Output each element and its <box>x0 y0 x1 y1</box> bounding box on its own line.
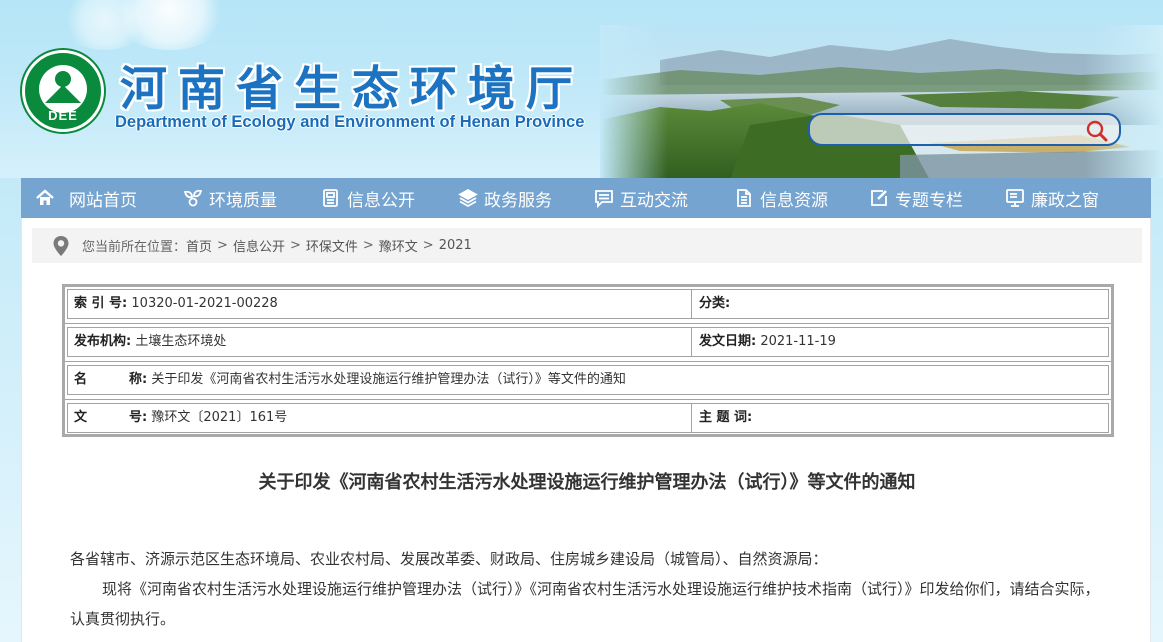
nav-label: 信息资源 <box>760 190 828 211</box>
search-input[interactable] <box>820 119 1080 141</box>
nav-label: 政务服务 <box>484 190 552 211</box>
logo-mountain <box>45 85 81 103</box>
breadcrumb-separator: > <box>217 238 228 253</box>
docno-label-1: 文 <box>74 410 88 425</box>
name-value: 关于印发《河南省农村生活污水处理设施运行维护管理办法（试行）》等文件的通知 <box>151 372 626 387</box>
index-value: 10320-01-2021-00228 <box>131 296 278 311</box>
search-icon[interactable] <box>1085 119 1109 143</box>
breadcrumb: 您当前所在位置： 首页 > 信息公开 > 环保文件 > 豫环文 > 2021 <box>32 228 1142 263</box>
nav-item-info-resources[interactable]: 信息资源 <box>734 178 828 218</box>
breadcrumb-info-disclosure[interactable]: 信息公开 <box>233 236 285 255</box>
name-label-1: 名 <box>74 372 88 387</box>
index-label: 索 引 号: <box>74 296 128 311</box>
row-divider <box>65 323 1111 324</box>
meta-row-index: 索 引 号: 10320-01-2021-00228 分类: <box>67 289 1109 319</box>
publisher-label: 发布机构: <box>74 334 132 349</box>
breadcrumb-separator: > <box>362 238 374 253</box>
breadcrumb-prefix: 您当前所在位置： <box>82 240 187 255</box>
home-icon <box>36 189 54 205</box>
site-subtitle: Department of Ecology and Environment of… <box>115 113 585 131</box>
meta-cell-docno: 文 号: 豫环文〔2021〕161号 <box>68 404 692 432</box>
nav-item-integrity-window[interactable]: 廉政之窗 <box>1005 178 1099 218</box>
location-pin-icon <box>53 235 69 256</box>
search-box <box>808 113 1121 146</box>
logo-emblem <box>39 65 87 113</box>
breadcrumb-yuhuanwen[interactable]: 豫环文 <box>379 236 418 255</box>
meta-cell-date: 发文日期: 2021-11-19 <box>693 328 1108 356</box>
meta-cell-category: 分类: <box>693 290 1108 318</box>
nav-label: 互动交流 <box>620 190 688 211</box>
edit-icon <box>871 190 887 206</box>
meta-cell-index: 索 引 号: 10320-01-2021-00228 <box>68 290 692 318</box>
breadcrumb-home[interactable]: 首页 <box>186 236 212 255</box>
category-label: 分类: <box>699 296 731 311</box>
publisher-value: 土壤生态环境处 <box>135 334 227 349</box>
body-paragraph: 现将《河南省农村生活污水处理设施运行维护管理办法（试行）》《河南省农村生活污水处… <box>70 580 1100 628</box>
nav-label: 环境质量 <box>209 190 277 211</box>
row-divider <box>65 399 1111 400</box>
landscape-image <box>600 25 1163 178</box>
document-stack-icon <box>323 189 338 207</box>
breadcrumb-separator: > <box>289 238 301 253</box>
date-value: 2021-11-19 <box>760 334 836 349</box>
monitor-icon <box>1006 189 1024 207</box>
site-logo[interactable]: DEE <box>22 50 104 132</box>
breadcrumb-2021[interactable]: 2021 <box>439 238 472 253</box>
nav-label: 信息公开 <box>347 190 415 211</box>
leaf-icon <box>183 189 203 207</box>
nav-label: 网站首页 <box>69 190 137 211</box>
body-paragraph: 各省辖市、济源示范区生态环境局、农业农村局、发展改革委、财政局、住房城乡建设局（… <box>70 550 828 568</box>
chat-icon <box>595 190 613 208</box>
document-metadata-table: 索 引 号: 10320-01-2021-00228 分类: 发布机构: 土壤生… <box>62 284 1114 437</box>
nav-item-home[interactable]: 网站首页 <box>35 178 137 218</box>
nav-label: 专题专栏 <box>895 190 963 211</box>
breadcrumb-env-documents[interactable]: 环保文件 <box>306 236 358 255</box>
nav-item-info-disclosure[interactable]: 信息公开 <box>321 178 415 218</box>
keywords-label: 主 题 词: <box>699 410 753 425</box>
nav-item-gov-services[interactable]: 政务服务 <box>458 178 552 218</box>
docno-label-2: 号: <box>129 410 148 425</box>
meta-row-docno: 文 号: 豫环文〔2021〕161号 主 题 词: <box>67 403 1109 433</box>
content-panel: 您当前所在位置： 首页 > 信息公开 > 环保文件 > 豫环文 > 2021 索… <box>21 218 1151 642</box>
date-label: 发文日期: <box>699 334 757 349</box>
breadcrumb-separator: > <box>422 238 434 253</box>
nav-item-special-topics[interactable]: 专题专栏 <box>869 178 963 218</box>
meta-cell-name: 名 称: 关于印发《河南省农村生活污水处理设施运行维护管理办法（试行）》等文件的通… <box>68 366 1108 394</box>
meta-cell-keywords: 主 题 词: <box>693 404 1108 432</box>
site-title: 河南省生态环境厅 <box>120 62 584 117</box>
meta-row-name: 名 称: 关于印发《河南省农村生活污水处理设施运行维护管理办法（试行）》等文件的通… <box>67 365 1109 395</box>
main-nav: 网站首页 环境质量 信息公开 政务服务 互动交流 信息资源 专题专栏 廉政之窗 <box>21 178 1151 218</box>
meta-row-publisher: 发布机构: 土壤生态环境处 发文日期: 2021-11-19 <box>67 327 1109 357</box>
document-title: 关于印发《河南省农村生活污水处理设施运行维护管理办法（试行）》等文件的通知 <box>258 472 916 493</box>
document-body: 各省辖市、济源示范区生态环境局、农业农村局、发展改革委、财政局、住房城乡建设局（… <box>70 544 1110 634</box>
nav-label: 廉政之窗 <box>1031 190 1099 211</box>
name-label-2: 称: <box>129 372 148 387</box>
row-divider <box>65 361 1111 362</box>
docno-value: 豫环文〔2021〕161号 <box>151 410 288 425</box>
nav-item-interaction[interactable]: 互动交流 <box>594 178 688 218</box>
logo-text: DEE <box>48 108 78 123</box>
layers-icon <box>458 188 478 208</box>
nav-item-environment-quality[interactable]: 环境质量 <box>183 178 277 218</box>
meta-cell-publisher: 发布机构: 土壤生态环境处 <box>68 328 692 356</box>
file-icon <box>737 189 751 207</box>
header-banner: DEE 河南省生态环境厅 Department of Ecology and E… <box>0 0 1163 178</box>
